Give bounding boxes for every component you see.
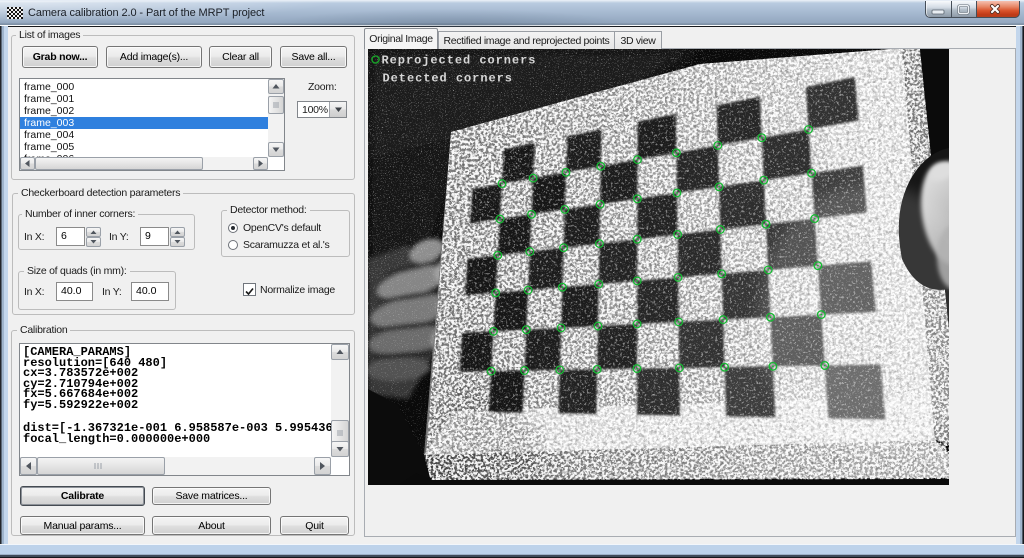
svg-text:Detected corners: Detected corners: [383, 72, 513, 86]
svg-text:Reprojected corners: Reprojected corners: [382, 54, 537, 68]
